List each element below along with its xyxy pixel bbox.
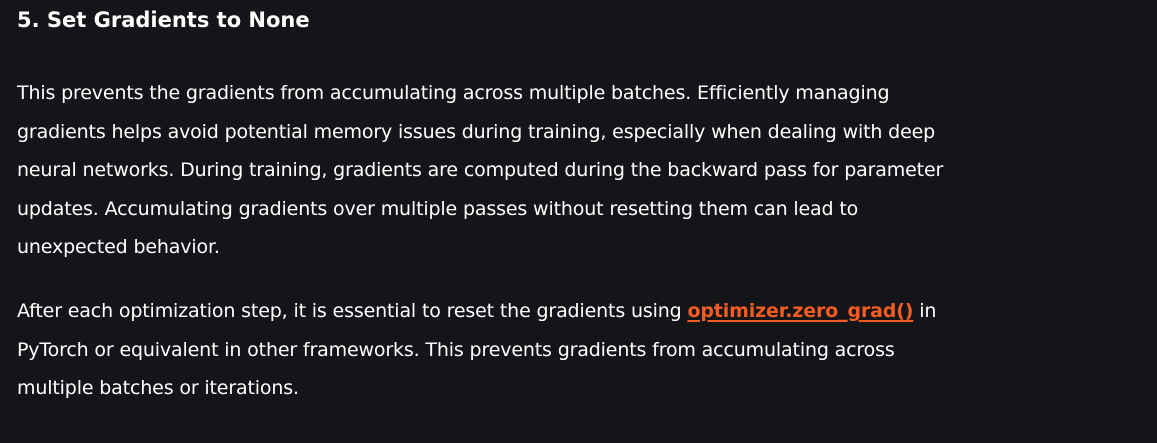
paragraph-line: updates. Accumulating gradients over mul… [17,197,859,220]
paragraph-line: This prevents the gradients from accumul… [17,82,890,104]
paragraph-line: unexpected behavior. [17,236,220,258]
paragraph-gradients-accumulation: This prevents the gradients from accumul… [17,74,1057,267]
section-heading: 5. Set Gradients to None [17,8,310,32]
paragraph-line: gradients helps avoid potential memory i… [17,120,936,143]
optimizer-zero-grad-link[interactable]: optimizer.zero_grad() [687,300,913,322]
paragraph-reset-gradients: After each optimization step, it is esse… [17,292,1057,408]
paragraph-line: neural networks. During training, gradie… [17,159,944,181]
paragraph-line: After each optimization step, it is esse… [17,292,1057,331]
paragraph-text: After each optimization step, it is esse… [17,300,688,322]
paragraph-line: multiple batches or iterations. [17,377,299,399]
paragraph-line: PyTorch or equivalent in other framework… [17,338,895,361]
paragraph-text: in [913,300,937,322]
